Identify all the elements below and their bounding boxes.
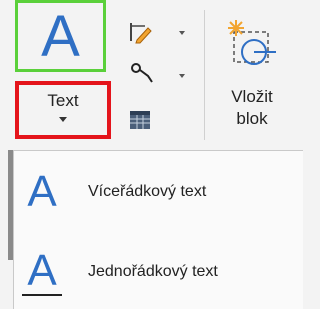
text-dropdown-menu: A Víceřádkový text A Jednořádkový text [13,150,303,309]
menu-item-multiline-text[interactable]: A Víceřádkový text [14,163,304,221]
ribbon-separator [204,10,205,140]
baseline-underline [22,293,62,296]
insert-block-label-line1: Vložit [231,87,273,106]
table-icon [130,111,150,129]
chevron-down-icon[interactable] [179,31,185,35]
dimension-edit-icon [130,23,152,44]
text-dropdown-button[interactable]: Text [15,81,111,139]
chevron-down-icon[interactable] [179,74,185,78]
text-button-label: Text [47,91,79,110]
menu-item-label: Víceřádkový text [88,183,207,200]
multiline-text-icon: A [27,167,57,216]
menu-item-single-line-text[interactable]: A Jednořádkový text [14,243,304,301]
insert-block-label-line2: blok [236,109,268,128]
chevron-down-icon [59,117,67,122]
menu-item-label: Jednořádkový text [88,263,218,280]
leader-icon [131,63,153,83]
dimension-tool-button[interactable] [128,20,154,49]
leader-tool-button[interactable] [130,60,156,89]
text-a-icon: A [41,4,80,69]
text-large-icon-button[interactable]: A [15,0,106,72]
single-line-text-icon: A [27,245,57,295]
insert-block-button[interactable]: Vložit blok [212,0,292,148]
insert-block-icon [228,20,276,65]
table-tool-button[interactable] [128,108,154,137]
